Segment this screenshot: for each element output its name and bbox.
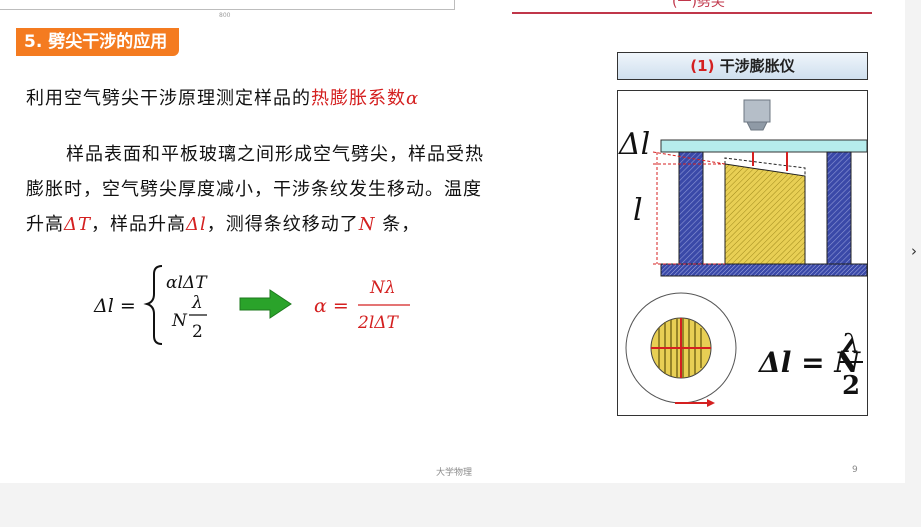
result-denominator: 2lΔT bbox=[357, 313, 400, 333]
result-lhs: α = bbox=[314, 295, 349, 317]
objective-lens bbox=[746, 121, 768, 131]
footer-course: 大学物理 bbox=[436, 468, 473, 478]
delta-l: Δl bbox=[186, 214, 207, 235]
body-text: ，样品升高 bbox=[91, 214, 187, 235]
left-brace bbox=[143, 265, 163, 345]
panel-title: (1) 干涉膨胀仪 bbox=[617, 52, 868, 80]
body-line-1: 样品表面和平板玻璃之间形成空气劈尖，样品受热 bbox=[66, 144, 484, 165]
header-decoration: (一)劈尖 bbox=[512, 0, 872, 14]
case-2-lambda: λ bbox=[191, 293, 203, 313]
sample bbox=[724, 163, 806, 265]
case-2-two: 2 bbox=[192, 322, 203, 342]
case-1: αlΔT bbox=[166, 273, 208, 293]
ruler-tick: 800 bbox=[219, 12, 231, 19]
arrow-icon bbox=[239, 289, 292, 319]
left-pillar bbox=[678, 151, 704, 265]
body-text: ，测得条纹移动了 bbox=[206, 214, 359, 235]
body-line-2: 膨胀时，空气劈尖厚度减小，干涉条纹发生移动。温度 bbox=[26, 179, 482, 200]
case-2-n: N bbox=[171, 311, 188, 331]
header-partial-title: (一)劈尖 bbox=[672, 0, 725, 10]
delta-l-label: Δl bbox=[618, 127, 650, 162]
intro-text: 利用空气劈尖干涉原理测定样品的 bbox=[26, 88, 311, 109]
body-line-3: 升高ΔT，样品升高Δl，测得条纹移动了N 条， bbox=[26, 210, 420, 236]
panel-eq-lambda: λ bbox=[841, 329, 860, 359]
base-plate bbox=[660, 263, 868, 277]
l-label: l bbox=[633, 193, 643, 228]
slide: 800 (一)劈尖 5. 劈尖干涉的应用 利用空气劈尖干涉原理测定样品的热膨胀系… bbox=[0, 0, 905, 483]
formula-lhs: Δl = bbox=[93, 295, 136, 317]
ruler bbox=[0, 9, 440, 10]
ruler-frame bbox=[440, 0, 455, 10]
panel-eq-two: 2 bbox=[842, 371, 860, 401]
intro-symbol: α bbox=[406, 88, 420, 109]
panel-title-number: (1) bbox=[690, 57, 715, 75]
delta-t: ΔT bbox=[64, 214, 92, 235]
glass-plate bbox=[660, 139, 868, 153]
panel-title-text: 干涉膨胀仪 bbox=[719, 57, 795, 75]
section-title: 5. 劈尖干涉的应用 bbox=[16, 28, 180, 56]
intro-paragraph: 利用空气劈尖干涉原理测定样品的热膨胀系数α bbox=[26, 84, 419, 110]
body-text: 条， bbox=[375, 214, 421, 235]
right-pillar bbox=[826, 151, 852, 265]
intro-highlight: 热膨胀系数 bbox=[311, 88, 406, 109]
page-number: 9 bbox=[852, 465, 858, 475]
formula: Δl = αlΔT N λ 2 α = Nλ 2lΔT bbox=[93, 265, 410, 345]
dilatometer-diagram: Δl l Δl = N λ 2 bbox=[617, 90, 868, 416]
next-slide-chevron-icon[interactable]: › bbox=[911, 242, 917, 260]
body-text: 升高 bbox=[26, 214, 64, 235]
result-numerator: Nλ bbox=[369, 278, 396, 298]
fringe-count: N bbox=[358, 214, 376, 235]
microscope-icon bbox=[743, 99, 771, 123]
